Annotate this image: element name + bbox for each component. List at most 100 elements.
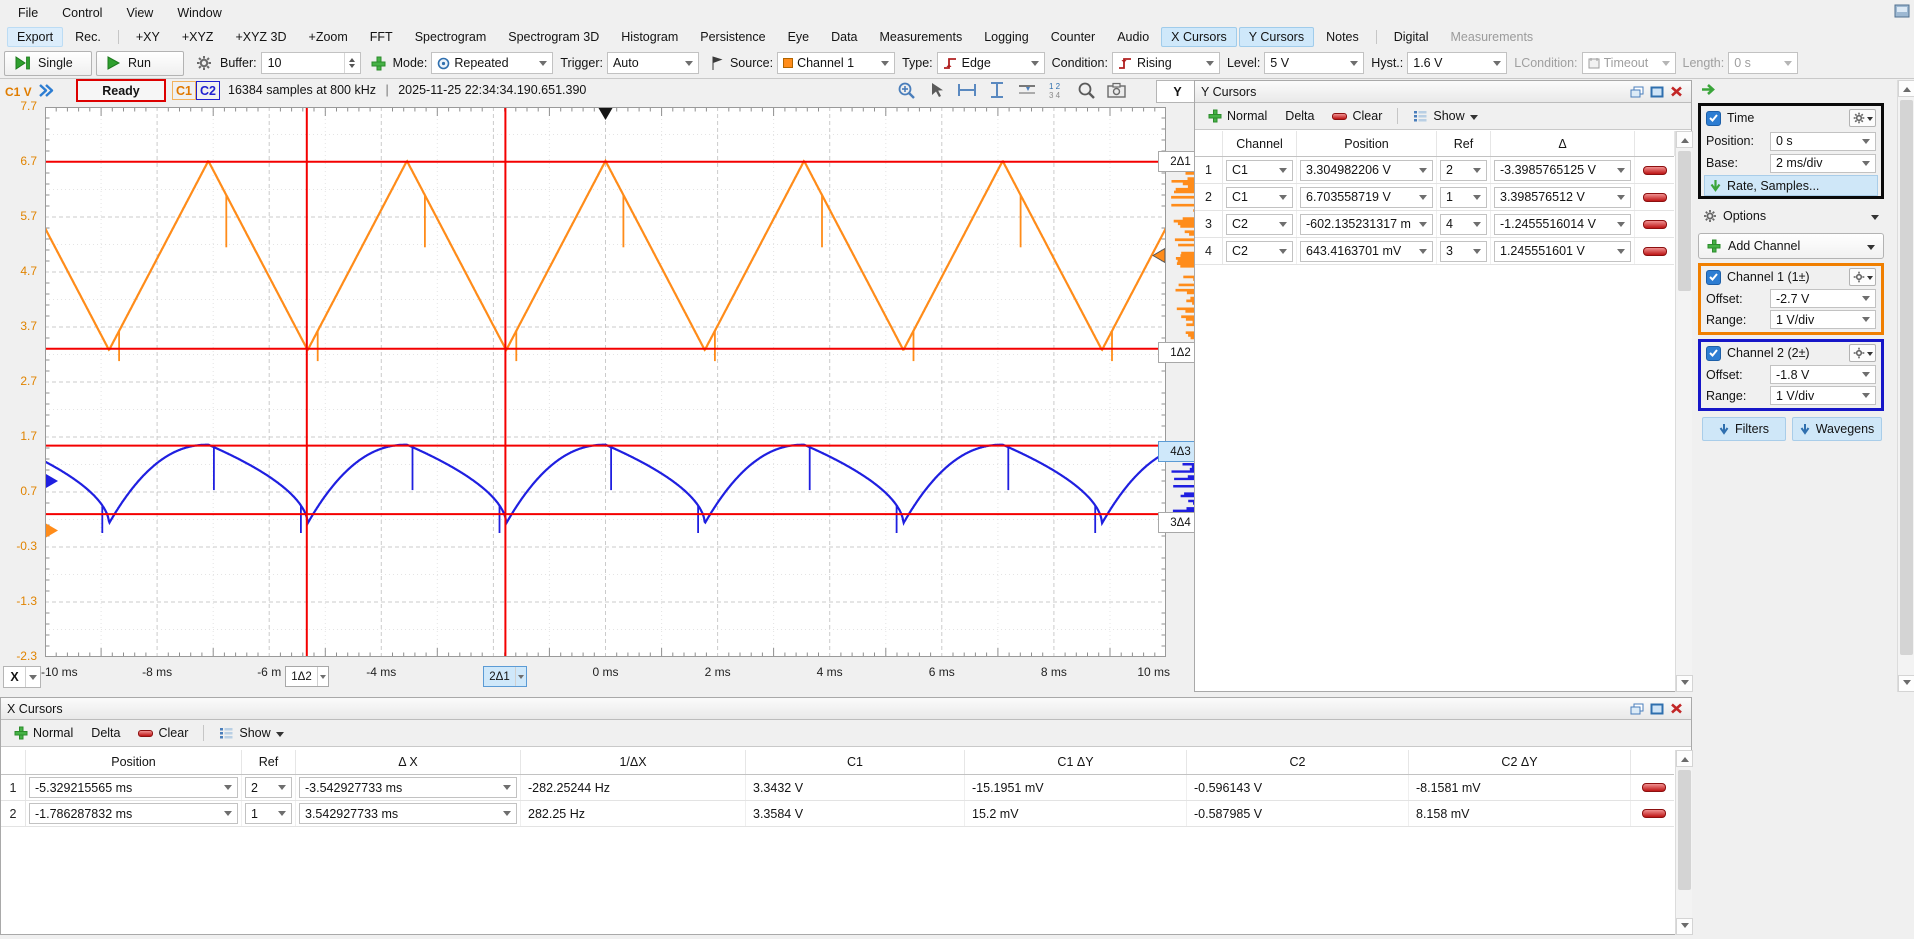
snapshot-icon[interactable] [1106, 80, 1128, 100]
tab-x-cursors[interactable]: X Cursors [1161, 27, 1237, 47]
channel2-badge[interactable]: C2 [196, 81, 220, 100]
single-button[interactable]: Single [4, 51, 92, 76]
tab-measurements[interactable]: Measurements [1441, 27, 1544, 47]
buffer-gear-icon[interactable] [196, 55, 213, 71]
run-button[interactable]: Run [96, 51, 184, 76]
tab--zoom[interactable]: +Zoom [299, 27, 358, 47]
tab-fft[interactable]: FFT [360, 27, 403, 47]
tab-export[interactable]: Export [7, 27, 63, 47]
remove-cursor-button[interactable] [1643, 193, 1667, 202]
quad-view-icon[interactable]: 1 23 4 [1046, 80, 1068, 100]
clear-cursors-button[interactable]: Clear [1325, 107, 1389, 125]
remove-cursor-button[interactable] [1642, 809, 1666, 818]
position-select[interactable]: 6.703558719 V [1300, 187, 1433, 208]
buffer-spin-buttons[interactable] [344, 53, 360, 73]
spin-up-icon[interactable] [349, 55, 355, 62]
scrollbar-thumb[interactable] [1900, 100, 1913, 655]
scrollbar-thumb[interactable] [1678, 770, 1691, 890]
channel1-gear-button[interactable] [1849, 268, 1876, 286]
dx-select[interactable]: -3.542927733 ms [299, 777, 517, 798]
ref-select[interactable]: 1 [245, 803, 292, 824]
channel1-badge[interactable]: C1 [172, 81, 196, 100]
tab-persistence[interactable]: Persistence [690, 27, 775, 47]
tab-spectrogram-3d[interactable]: Spectrogram 3D [498, 27, 609, 47]
add-delta-cursor-button[interactable]: Delta [84, 724, 127, 742]
delta-select[interactable]: -1.2455516014 V [1494, 214, 1631, 235]
time-base-select[interactable]: 2 ms/div [1770, 154, 1876, 173]
trigger-flag-icon[interactable] [709, 55, 723, 71]
scroll-down-button[interactable] [1676, 918, 1693, 935]
delta-select[interactable]: -3.3985765125 V [1494, 160, 1631, 181]
add-normal-cursor-button[interactable]: Normal [7, 724, 80, 742]
position-select[interactable]: -602.135231317 m [1300, 214, 1433, 235]
show-menu-button[interactable]: Show [1406, 107, 1484, 126]
ref-select[interactable]: 2 [1440, 160, 1487, 181]
y-cursors-scrollbar[interactable] [1675, 131, 1692, 692]
channel1-checkbox[interactable] [1706, 270, 1721, 285]
scrollbar-thumb[interactable] [1678, 151, 1691, 291]
x-cursor-marker-2d1[interactable]: 2Δ1 [483, 666, 527, 687]
hysteresis-select[interactable]: 1.6 V [1407, 52, 1507, 74]
position-select[interactable]: -5.329215565 ms [29, 777, 238, 798]
remove-cursor-button[interactable] [1643, 166, 1667, 175]
add-delta-cursor-button[interactable]: Delta [1278, 107, 1321, 125]
trigger-condition-select[interactable]: Rising [1112, 52, 1220, 74]
horizontal-fit-icon[interactable] [956, 80, 978, 100]
float-icon[interactable] [1628, 701, 1645, 716]
tab-measurements[interactable]: Measurements [870, 27, 973, 47]
scroll-down-button[interactable] [1898, 675, 1914, 692]
position-select[interactable]: 3.304982206 V [1300, 160, 1433, 181]
menu-view[interactable]: View [114, 2, 165, 24]
channel2-offset-select[interactable]: -1.8 V [1770, 365, 1876, 384]
remove-cursor-button[interactable] [1643, 220, 1667, 229]
ref-select[interactable]: 1 [1440, 187, 1487, 208]
x-cursors-scrollbar[interactable] [1675, 750, 1692, 935]
align-signals-icon[interactable] [1016, 80, 1038, 100]
channel-select[interactable]: C1 [1226, 160, 1293, 181]
add-normal-cursor-button[interactable]: Normal [1201, 107, 1274, 125]
buffer-spinner[interactable]: 10 [261, 52, 361, 74]
tab-digital[interactable]: Digital [1384, 27, 1439, 47]
scroll-down-button[interactable] [1676, 675, 1693, 692]
time-position-select[interactable]: 0 s [1770, 132, 1876, 151]
app-window-icon[interactable] [1894, 4, 1910, 18]
trigger-type-select[interactable]: Edge [937, 52, 1045, 74]
spin-down-icon[interactable] [349, 64, 355, 71]
scroll-up-button[interactable] [1676, 750, 1693, 767]
tab-notes[interactable]: Notes [1316, 27, 1369, 47]
delta-select[interactable]: 1.245551601 V [1494, 241, 1631, 262]
maximize-icon[interactable] [1648, 701, 1665, 716]
ref-select[interactable]: 4 [1440, 214, 1487, 235]
remove-cursor-button[interactable] [1643, 247, 1667, 256]
y-cursors-title-bar[interactable]: Y Cursors [1195, 81, 1691, 103]
channel2-gear-button[interactable] [1849, 344, 1876, 362]
position-select[interactable]: -1.786287832 ms [29, 803, 238, 824]
scroll-up-button[interactable] [1676, 131, 1693, 148]
trigger-source-select[interactable]: Channel 1 [777, 52, 895, 74]
channel1-range-select[interactable]: 1 V/div [1770, 310, 1876, 329]
wavegens-button[interactable]: Wavegens [1792, 417, 1882, 441]
add-channel-button[interactable]: Add Channel [1698, 233, 1884, 259]
length-select[interactable]: 0 s [1728, 52, 1798, 74]
tab-y-cursors[interactable]: Y Cursors [1239, 27, 1314, 47]
sidebar-scrollbar[interactable] [1897, 80, 1914, 692]
channel2-range-select[interactable]: 1 V/div [1770, 386, 1876, 405]
options-header[interactable]: Options [1698, 205, 1884, 227]
x-cursor-marker-1d2[interactable]: 1Δ2 [285, 666, 329, 687]
green-arrow-icon[interactable] [1700, 82, 1720, 97]
ref-select[interactable]: 3 [1440, 241, 1487, 262]
filters-button[interactable]: Filters [1702, 417, 1786, 441]
clear-cursors-button[interactable]: Clear [131, 724, 195, 742]
time-gear-button[interactable] [1849, 109, 1876, 127]
tab--xy[interactable]: +XY [126, 27, 170, 47]
menu-file[interactable]: File [6, 2, 50, 24]
magnifier-icon[interactable] [1076, 80, 1098, 100]
menu-control[interactable]: Control [50, 2, 114, 24]
mode-plus-icon[interactable] [371, 56, 386, 71]
channel1-offset-select[interactable]: -2.7 V [1770, 289, 1876, 308]
close-icon[interactable] [1668, 701, 1685, 716]
tab-histogram[interactable]: Histogram [611, 27, 688, 47]
show-menu-button[interactable]: Show [212, 724, 290, 743]
remove-cursor-button[interactable] [1642, 783, 1666, 792]
tab-logging[interactable]: Logging [974, 27, 1039, 47]
